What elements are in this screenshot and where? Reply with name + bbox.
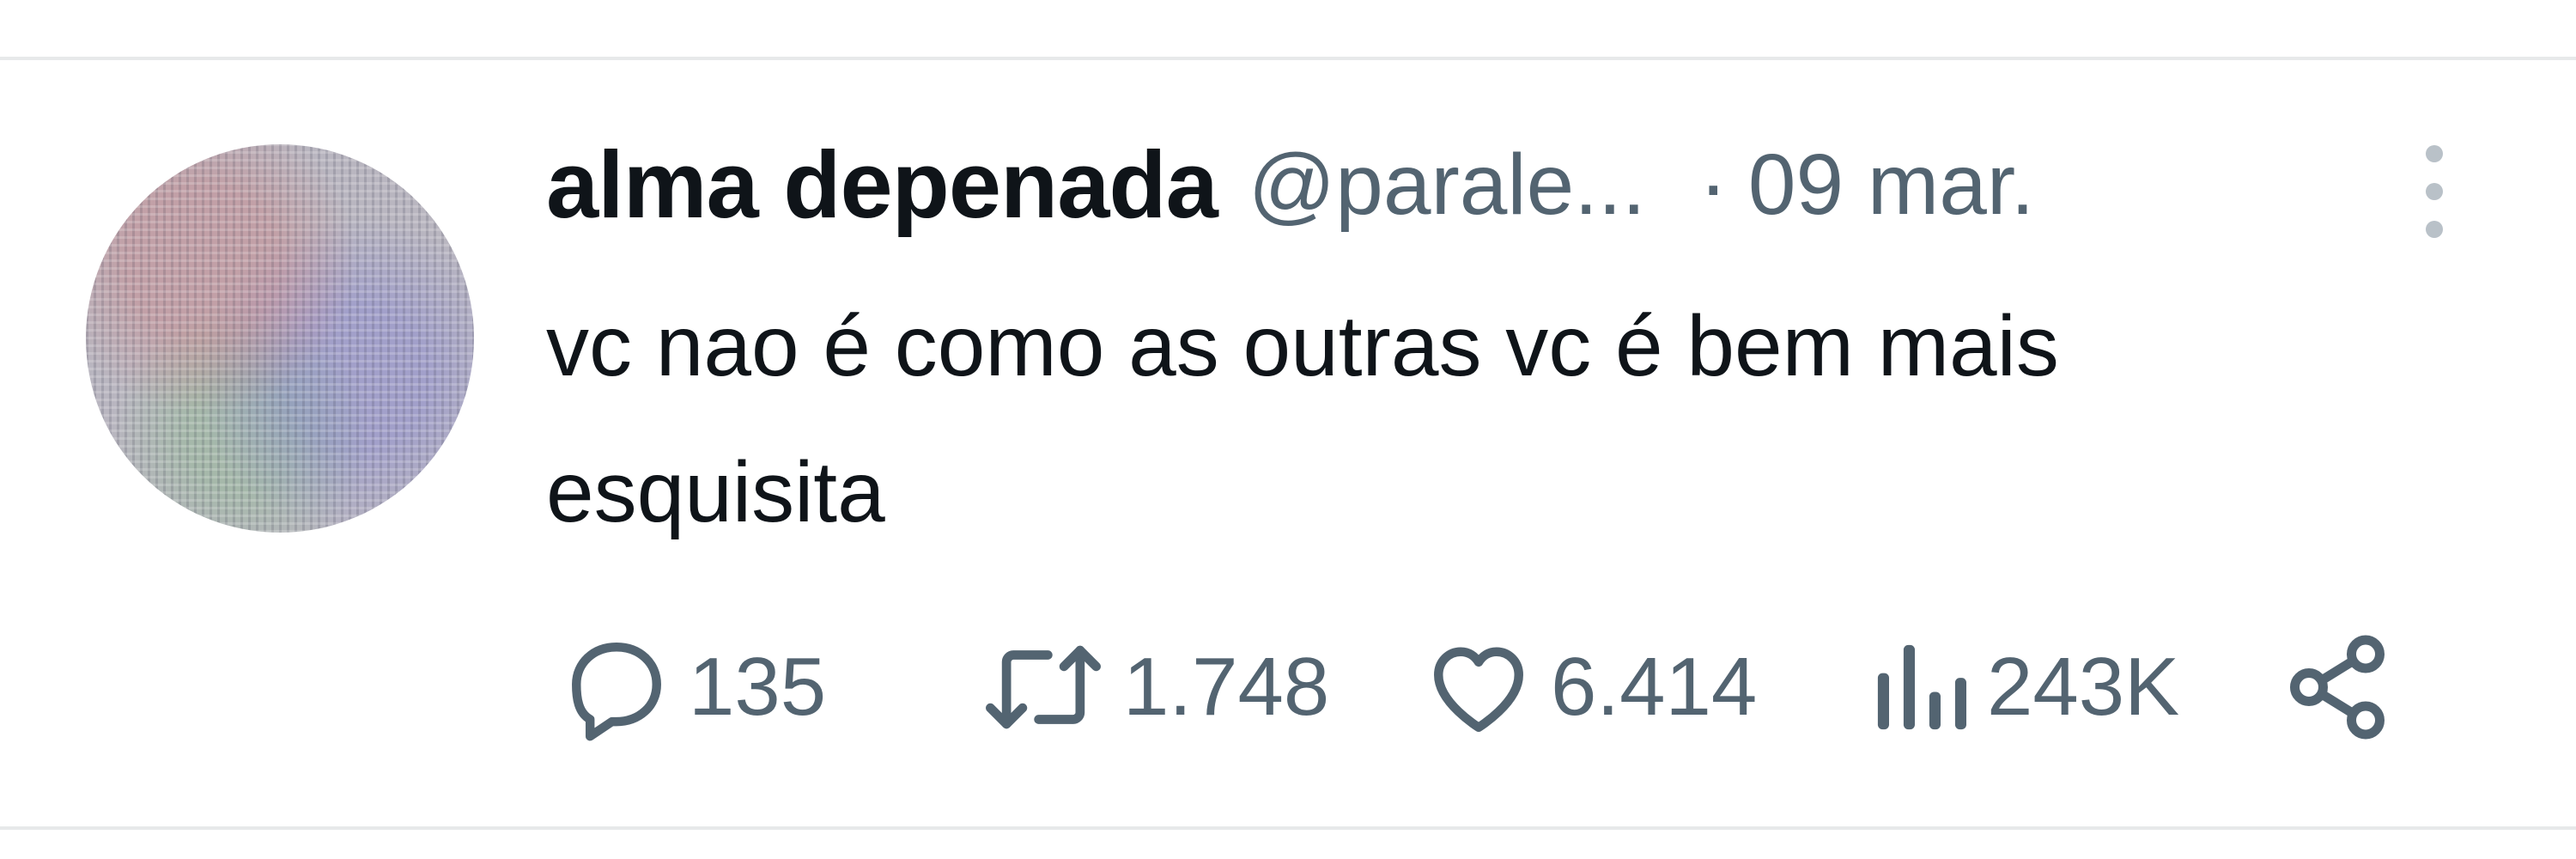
author-handle[interactable]: @parale... bbox=[1249, 136, 1646, 235]
views-icon bbox=[1868, 631, 1971, 744]
retweet-count: 1.748 bbox=[1123, 641, 1330, 733]
action-bar: 135 1.748 6.414 243K bbox=[546, 618, 2487, 756]
tweet-text-line: vc nao é como as outras vc é bem mais bbox=[546, 298, 2059, 394]
more-dot bbox=[2426, 221, 2443, 238]
share-button[interactable] bbox=[2281, 618, 2394, 756]
tweet-header: alma depenada @parale... · 09 mar. bbox=[546, 129, 2034, 241]
heart-icon bbox=[1422, 631, 1535, 744]
more-options-button[interactable] bbox=[2404, 136, 2464, 247]
reply-count: 135 bbox=[689, 641, 827, 733]
avatar[interactable] bbox=[86, 144, 474, 533]
bottom-divider bbox=[0, 826, 2576, 830]
like-count: 6.414 bbox=[1551, 641, 1758, 733]
share-icon bbox=[2281, 631, 2394, 744]
more-vertical-icon bbox=[2426, 145, 2443, 162]
header-separator: · bbox=[1698, 136, 1728, 233]
tweet-text-line: esquisita bbox=[546, 444, 885, 540]
retweet-icon bbox=[979, 631, 1108, 744]
tweet-text: vc nao é como as outras vc é bem mais es… bbox=[546, 273, 2487, 565]
like-button[interactable]: 6.414 bbox=[1422, 618, 1757, 756]
views-count: 243K bbox=[1987, 641, 2180, 733]
reply-button[interactable]: 135 bbox=[560, 618, 826, 756]
reply-icon bbox=[560, 631, 673, 744]
views-button[interactable]: 243K bbox=[1868, 618, 2179, 756]
retweet-button[interactable]: 1.748 bbox=[979, 618, 1329, 756]
tweet-date[interactable]: 09 mar. bbox=[1748, 136, 2035, 235]
tweet[interactable]: alma depenada @parale... · 09 mar. vc na… bbox=[0, 60, 2576, 826]
more-dot bbox=[2426, 183, 2443, 200]
author-display-name[interactable]: alma depenada bbox=[546, 131, 1218, 240]
